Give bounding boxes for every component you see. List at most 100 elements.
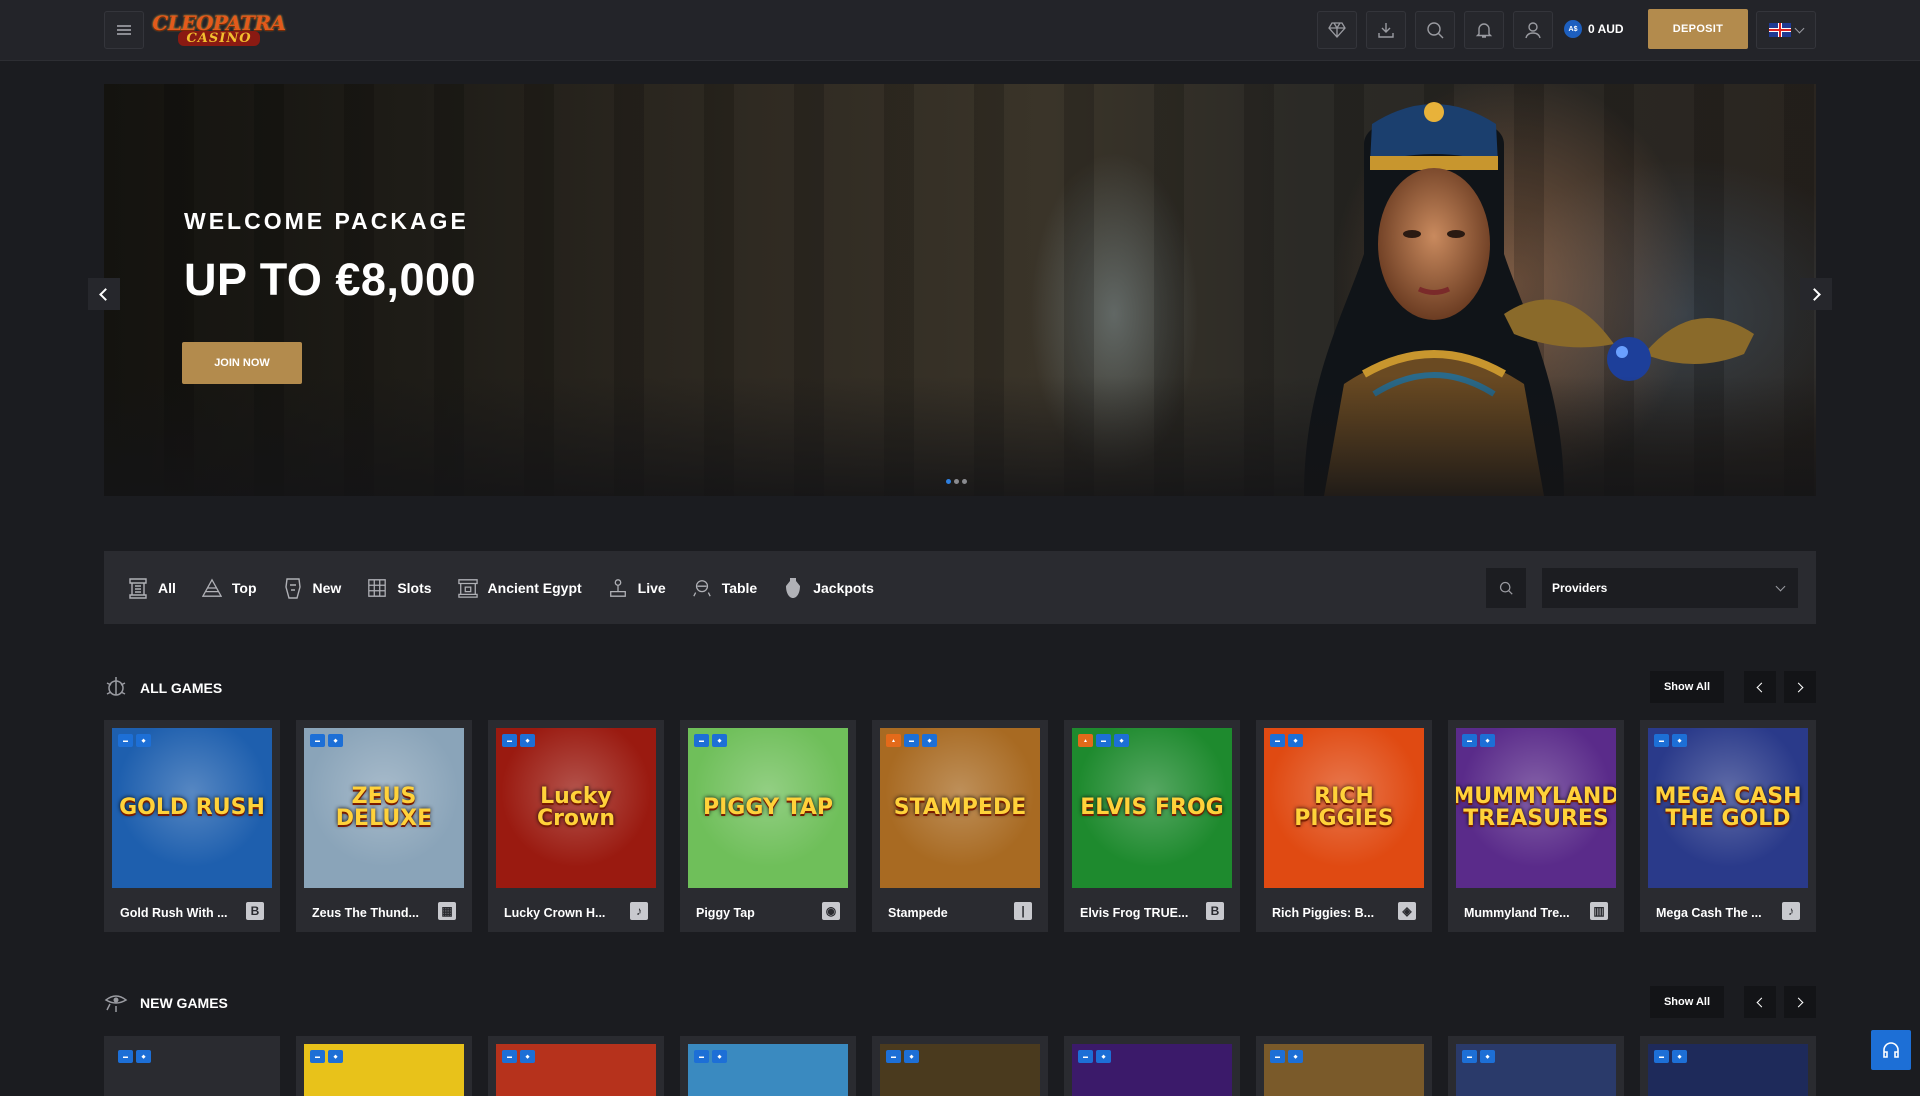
deposit-button[interactable]: DEPOSIT [1648, 9, 1748, 49]
game-art-title: Lucky Crown [536, 784, 616, 831]
game-thumbnail[interactable]: MUMMYLAND TREASURES ▬ ◆ [1456, 728, 1616, 888]
show-all-button[interactable]: Show All [1650, 986, 1724, 1018]
game-card[interactable]: ▬ ◆ [872, 1036, 1048, 1096]
hero-prev-button[interactable] [88, 278, 120, 310]
tab-slots[interactable]: Slots [367, 577, 432, 599]
game-art-title: PIGGY TAP [703, 795, 833, 820]
balance-amount: 0 AUD [1588, 22, 1624, 36]
game-thumbnail[interactable]: ▬ ◆ [688, 1044, 848, 1096]
game-card[interactable]: ELVIS FROG ▲ ▬ ◆ Elvis Frog TRUE... B [1064, 720, 1240, 932]
scarab-icon [106, 677, 126, 696]
table-icon [692, 577, 712, 599]
game-thumbnail[interactable]: STAMPEDE ▲ ▬ ◆ [880, 728, 1040, 888]
providers-dropdown[interactable]: Providers [1542, 568, 1798, 608]
prev-games-button[interactable] [1744, 986, 1776, 1018]
game-name[interactable]: Piggy Tap [696, 906, 814, 920]
download-button[interactable] [1366, 11, 1406, 49]
next-games-button[interactable] [1784, 671, 1816, 703]
slide-dot[interactable] [954, 479, 959, 484]
game-card[interactable]: RICH PIGGIES ▬ ◆ Rich Piggies: B... ◈ [1256, 720, 1432, 932]
vip-diamond-button[interactable] [1317, 11, 1357, 49]
game-thumbnail[interactable]: ▬ ◆ [1456, 1044, 1616, 1096]
game-card[interactable]: ▬ ◆ [296, 1036, 472, 1096]
game-name[interactable]: Rich Piggies: B... [1272, 906, 1390, 920]
game-thumbnail[interactable]: ▬ ◆ [112, 1044, 272, 1096]
game-thumbnail[interactable]: ▬ ◆ [1648, 1044, 1808, 1096]
tab-all[interactable]: All [128, 577, 176, 599]
hot-badge-icon: ▲ [886, 734, 901, 747]
new-games-grid: ▬ ◆ ▬ ◆ ▬ ◆ ▬ ◆ ▬ ◆ ▬ ◆ ▬ ◆ ▬ ◆ ▬ ◆ [104, 1036, 1816, 1096]
game-card[interactable]: ▬ ◆ [104, 1036, 280, 1096]
tab-new[interactable]: New [283, 577, 342, 599]
hero-pagination [946, 479, 967, 484]
game-badges: ▬ ◆ [1078, 1050, 1111, 1063]
tab-top[interactable]: Top [201, 577, 257, 599]
game-thumbnail[interactable]: ELVIS FROG ▲ ▬ ◆ [1072, 728, 1232, 888]
diamond-badge-icon: ◆ [1480, 734, 1495, 747]
language-selector[interactable] [1756, 11, 1816, 49]
tab-jackpots[interactable]: Jackpots [783, 577, 874, 599]
game-thumbnail[interactable]: ZEUS DELUXE ▬ ◆ [304, 728, 464, 888]
providers-label: Providers [1552, 581, 1608, 595]
game-card[interactable]: ▬ ◆ [1640, 1036, 1816, 1096]
tab-table[interactable]: Table [692, 577, 757, 599]
new-badge-icon: ▬ [1462, 1050, 1477, 1063]
game-card[interactable]: MUMMYLAND TREASURES ▬ ◆ Mummyland Tre... ▥ [1448, 720, 1624, 932]
prev-games-button[interactable] [1744, 671, 1776, 703]
game-card[interactable]: ▬ ◆ [680, 1036, 856, 1096]
tab-ancient-egypt[interactable]: Ancient Egypt [457, 577, 582, 599]
balance-display[interactable]: A$ 0 AUD [1564, 11, 1634, 47]
game-name[interactable]: Mummyland Tre... [1464, 906, 1582, 920]
game-card[interactable]: MEGA CASH THE GOLD ▬ ◆ Mega Cash The ... ♪ [1640, 720, 1816, 932]
site-logo[interactable]: CLEOPATRA CASINO [152, 8, 286, 50]
game-thumbnail[interactable]: ▬ ◆ [880, 1044, 1040, 1096]
game-card[interactable]: Lucky Crown ▬ ◆ Lucky Crown H... ♪ [488, 720, 664, 932]
hero-next-button[interactable] [1800, 278, 1832, 310]
game-thumbnail[interactable]: ▬ ◆ [496, 1044, 656, 1096]
game-name[interactable]: Lucky Crown H... [504, 906, 622, 920]
all-games-header: ALL GAMES Show All [104, 671, 1816, 703]
slide-dot[interactable] [946, 479, 951, 484]
new-badge-icon: ▬ [502, 1050, 517, 1063]
game-name[interactable]: Elvis Frog TRUE... [1080, 906, 1198, 920]
game-card[interactable]: ▬ ◆ [1256, 1036, 1432, 1096]
diamond-badge-icon: ◆ [520, 1050, 535, 1063]
game-name[interactable]: Mega Cash The ... [1656, 906, 1774, 920]
game-card[interactable]: ▬ ◆ [488, 1036, 664, 1096]
slide-dot[interactable] [962, 479, 967, 484]
tab-label: New [312, 579, 342, 596]
show-all-button[interactable]: Show All [1650, 671, 1724, 703]
tab-live[interactable]: Live [608, 577, 666, 599]
game-name[interactable]: Gold Rush With ... [120, 906, 238, 920]
game-card[interactable]: ▬ ◆ [1448, 1036, 1624, 1096]
game-thumbnail[interactable]: PIGGY TAP ▬ ◆ [688, 728, 848, 888]
game-card[interactable]: STAMPEDE ▲ ▬ ◆ Stampede | [872, 720, 1048, 932]
search-button[interactable] [1415, 11, 1455, 49]
game-thumbnail[interactable]: GOLD RUSH ▬ ◆ [112, 728, 272, 888]
menu-button[interactable] [104, 11, 144, 49]
diamond-badge-icon: ◆ [1480, 1050, 1495, 1063]
game-thumbnail[interactable]: ▬ ◆ [304, 1044, 464, 1096]
new-badge-icon: ▬ [310, 734, 325, 747]
new-badge-icon: ▬ [886, 1050, 901, 1063]
game-card[interactable]: PIGGY TAP ▬ ◆ Piggy Tap ◉ [680, 720, 856, 932]
game-card[interactable]: ZEUS DELUXE ▬ ◆ Zeus The Thund... ▦ [296, 720, 472, 932]
notifications-button[interactable] [1464, 11, 1504, 49]
game-thumbnail[interactable]: RICH PIGGIES ▬ ◆ [1264, 728, 1424, 888]
game-art-title: MEGA CASH THE GOLD [1654, 784, 1802, 831]
next-games-button[interactable] [1784, 986, 1816, 1018]
game-thumbnail[interactable]: ▬ ◆ [1264, 1044, 1424, 1096]
game-card[interactable]: ▬ ◆ [1064, 1036, 1240, 1096]
join-now-button[interactable]: JOIN NOW [182, 342, 302, 384]
game-name[interactable]: Zeus The Thund... [312, 906, 430, 920]
game-thumbnail[interactable]: MEGA CASH THE GOLD ▬ ◆ [1648, 728, 1808, 888]
game-search-button[interactable] [1486, 568, 1526, 608]
game-card[interactable]: GOLD RUSH ▬ ◆ Gold Rush With ... B [104, 720, 280, 932]
game-thumbnail[interactable]: Lucky Crown ▬ ◆ [496, 728, 656, 888]
game-name[interactable]: Stampede [888, 906, 1006, 920]
support-chat-button[interactable] [1871, 1030, 1911, 1070]
hero-title: UP TO €8,000 [184, 254, 477, 305]
game-thumbnail[interactable]: ▬ ◆ [1072, 1044, 1232, 1096]
account-button[interactable] [1513, 11, 1553, 49]
diamond-badge-icon: ◆ [1672, 1050, 1687, 1063]
